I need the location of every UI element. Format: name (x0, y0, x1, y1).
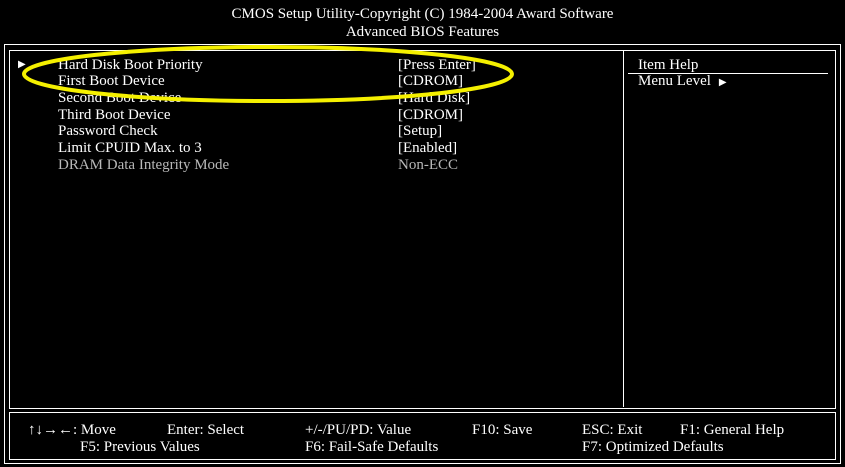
item-second-boot-device[interactable]: Second Boot Device (58, 90, 181, 106)
value-hard-disk-boot-priority[interactable]: [Press Enter] (398, 57, 476, 73)
item-hard-disk-boot-priority[interactable]: Hard Disk Boot Priority (58, 57, 203, 73)
key-move: ↑↓→←: Move (28, 422, 116, 438)
value-dram-data-integrity: Non-ECC (398, 157, 458, 173)
key-exit: ESC: Exit (582, 422, 643, 438)
menu-level-label: Menu Level ▶ (638, 73, 727, 91)
utility-title: CMOS Setup Utility-Copyright (C) 1984-20… (231, 6, 614, 22)
page-title: Advanced BIOS Features (345, 24, 500, 40)
value-password-check[interactable]: [Setup] (398, 123, 442, 139)
item-third-boot-device[interactable]: Third Boot Device (58, 107, 170, 123)
item-limit-cpuid[interactable]: Limit CPUID Max. to 3 (58, 140, 202, 156)
key-optimized-defaults: F7: Optimized Defaults (582, 439, 724, 455)
value-first-boot-device[interactable]: [CDROM] (398, 73, 463, 89)
key-failsafe-defaults: F6: Fail-Safe Defaults (305, 439, 439, 455)
item-dram-data-integrity: DRAM Data Integrity Mode (58, 157, 230, 173)
item-password-check[interactable]: Password Check (58, 123, 158, 139)
key-previous-values: F5: Previous Values (80, 439, 200, 455)
value-second-boot-device[interactable]: [Hard Disk] (398, 90, 470, 106)
item-help-title: Item Help (638, 57, 699, 73)
key-save: F10: Save (472, 422, 533, 438)
key-general-help: F1: General Help (680, 422, 785, 438)
menu-level-arrow-icon: ▶ (718, 77, 727, 88)
value-limit-cpuid[interactable]: [Enabled] (398, 140, 457, 156)
item-first-boot-device[interactable]: First Boot Device (58, 73, 165, 89)
menu-level-text: Menu Level (638, 73, 711, 89)
key-enter: Enter: Select (167, 422, 245, 438)
panel-divider (623, 50, 624, 407)
key-value: +/-/PU/PD: Value (305, 422, 412, 438)
value-third-boot-device[interactable]: [CDROM] (398, 107, 463, 123)
submenu-arrow-icon: ▶ (18, 59, 26, 70)
